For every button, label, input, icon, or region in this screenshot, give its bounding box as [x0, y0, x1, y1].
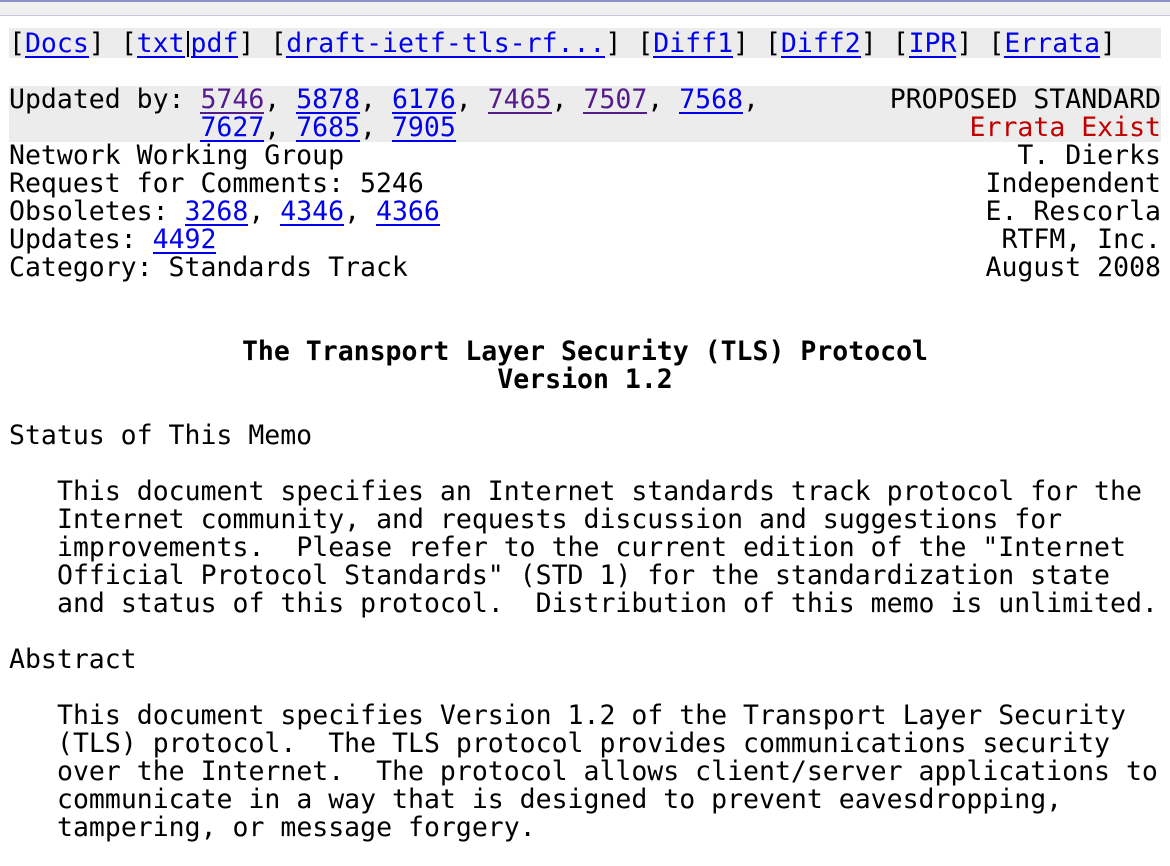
abstract-paragraph-line: over the Internet. The protocol allows c…	[57, 756, 1158, 787]
publication-date: August 2008	[985, 252, 1162, 283]
rfc-link-7465[interactable]: 7465	[487, 86, 552, 114]
working-group: Network Working Group	[9, 140, 345, 171]
author-2: E. Rescorla	[985, 196, 1162, 227]
status-paragraph-line: and status of this protocol. Distributio…	[57, 588, 1158, 619]
obsoletes-label: Obsoletes:	[9, 196, 169, 227]
status-label: PROPOSED STANDARD	[889, 84, 1161, 115]
diff2-link[interactable]: Diff2	[780, 30, 861, 58]
author-1: T. Dierks	[1017, 140, 1161, 171]
rfc-link-3268[interactable]: 3268	[184, 198, 249, 226]
pdf-link[interactable]: pdf	[190, 30, 239, 58]
rfc-link-5878[interactable]: 5878	[296, 86, 361, 114]
affiliation-1: Independent	[985, 168, 1162, 199]
rfc-link-4346[interactable]: 4346	[280, 198, 345, 226]
abstract-paragraph-line: This document specifies Version 1.2 of t…	[57, 700, 1126, 731]
updates-line: Updates: 4492	[9, 226, 1161, 254]
errata-notice: Errata Exist	[969, 112, 1161, 143]
rfc-link-7568[interactable]: 7568	[679, 86, 744, 114]
rfc-link-6176[interactable]: 6176	[391, 86, 456, 114]
nav-separator	[186, 31, 189, 57]
browser-top-bar	[0, 0, 1170, 16]
rfc-link-7905[interactable]: 7905	[391, 114, 456, 142]
updates-label: Updates:	[9, 224, 137, 255]
document-title: The Transport Layer Security (TLS) Proto…	[241, 336, 929, 367]
rfc-link-4492[interactable]: 4492	[152, 226, 217, 254]
rfc-link-4366[interactable]: 4366	[376, 198, 440, 226]
status-paragraph-line: This document specifies an Internet stan…	[57, 476, 1142, 507]
status-heading: Status of This Memo	[9, 420, 313, 451]
errata-link[interactable]: Errata	[1004, 30, 1101, 58]
docs-link[interactable]: Docs	[24, 30, 89, 58]
abstract-paragraph-line: (TLS) protocol. The TLS protocol provide…	[57, 728, 1110, 759]
document-version: Version 1.2	[497, 364, 673, 395]
abstract-paragraph-line: tampering, or message forgery.	[57, 812, 536, 843]
txt-link[interactable]: txt	[136, 30, 185, 58]
affiliation-2: RTFM, Inc.	[1001, 224, 1161, 255]
rfc-link-7627[interactable]: 7627	[200, 114, 265, 142]
updated-by-label: Updated by:	[9, 84, 185, 115]
status-paragraph-line: improvements. Please refer to the curren…	[57, 532, 1126, 563]
diff1-link[interactable]: Diff1	[653, 30, 734, 58]
nav-bar: [Docs] [txt pdf] [draft-ietf-tls-rf...] […	[9, 28, 1117, 59]
status-paragraph-line: Official Protocol Standards" (STD 1) for…	[57, 560, 1110, 591]
status-paragraph-line: Internet community, and requests discuss…	[57, 504, 1063, 535]
abstract-paragraph-line: communicate in a way that is designed to…	[57, 784, 1063, 815]
rfc-link-7507[interactable]: 7507	[583, 86, 648, 114]
abstract-heading: Abstract	[9, 644, 137, 675]
ipr-link[interactable]: IPR	[908, 30, 957, 58]
rfc-link-5746[interactable]: 5746	[200, 86, 265, 114]
rfc-link-7685[interactable]: 7685	[296, 114, 361, 142]
draft-link[interactable]: draft-ietf-tls-rf...	[286, 30, 606, 58]
